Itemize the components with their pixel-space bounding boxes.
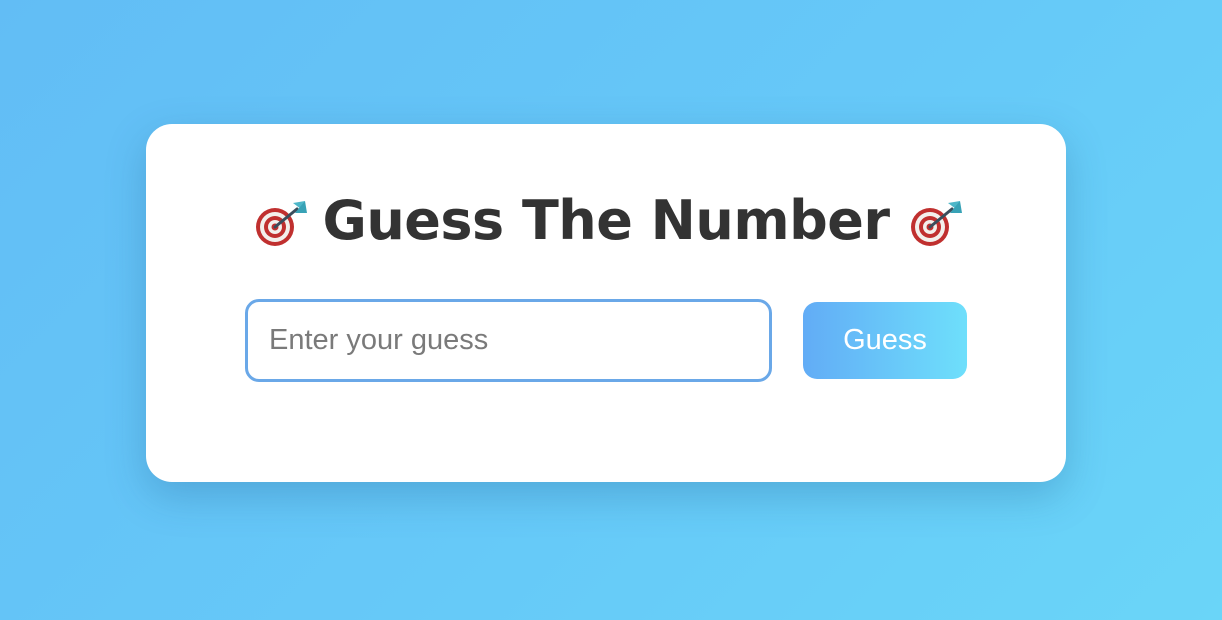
dart-target-icon: [904, 197, 964, 249]
guess-button[interactable]: Guess: [803, 302, 967, 379]
dart-target-icon: [249, 197, 309, 249]
page-title: Guess The Number: [322, 189, 891, 252]
guess-input[interactable]: [245, 299, 772, 382]
game-card: Guess The Number Guess: [146, 124, 1066, 482]
game-title: Guess The Number: [146, 186, 1066, 256]
